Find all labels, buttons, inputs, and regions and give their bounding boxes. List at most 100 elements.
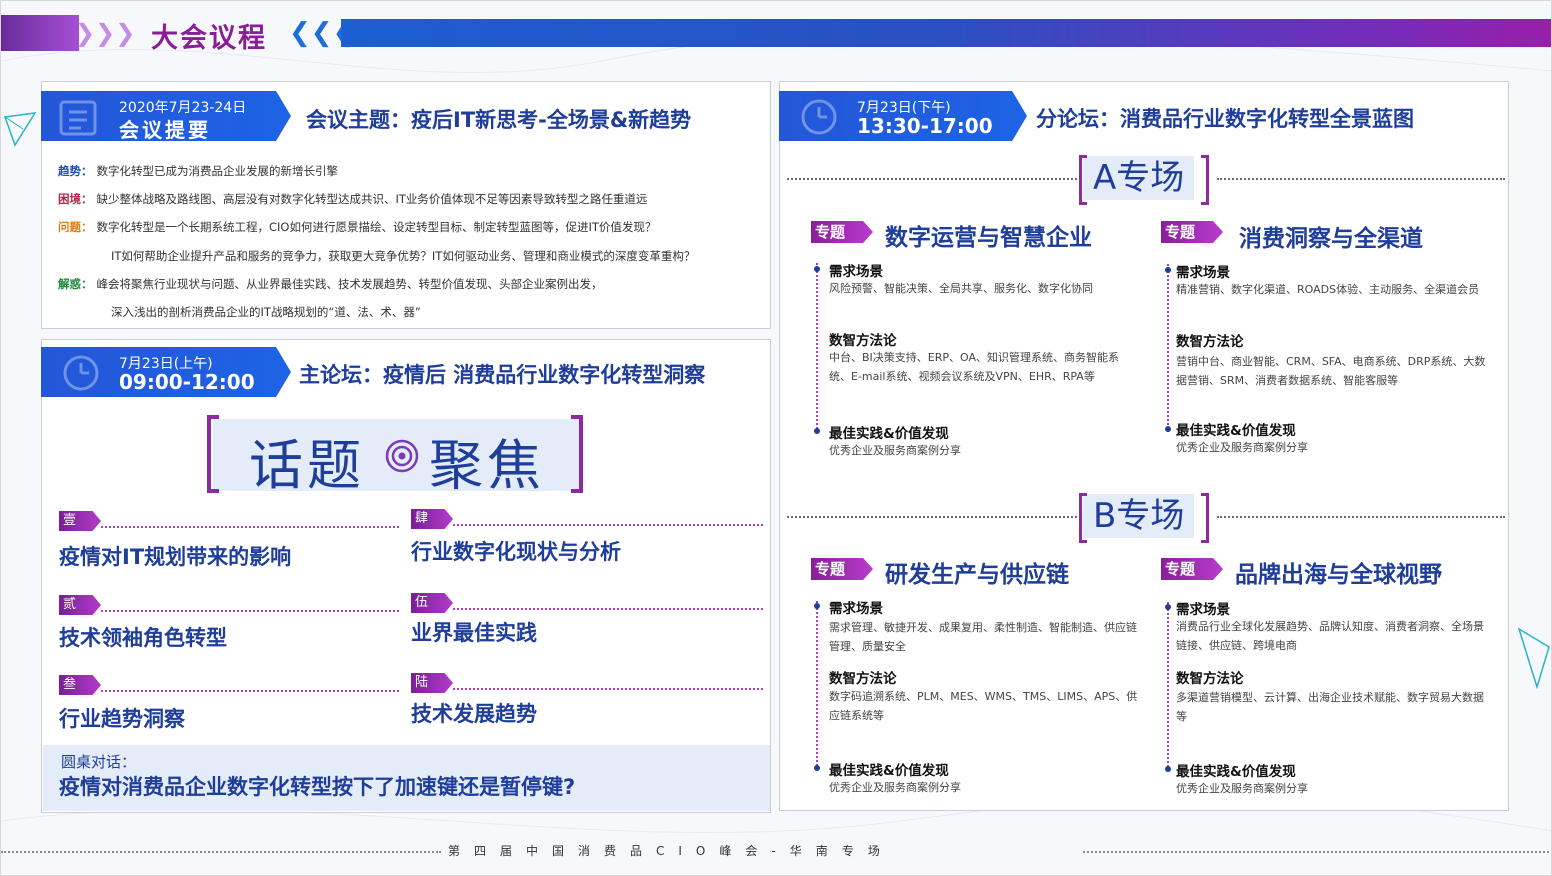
- main-forum-time: 09:00-12:00: [119, 370, 255, 394]
- summary-label: 会议提要: [119, 118, 211, 142]
- main-forum-panel: [41, 339, 771, 813]
- focus-bracket-left: [207, 415, 219, 493]
- header-gradient-bar: [341, 19, 1551, 47]
- item-heading: 需求场景: [1176, 602, 1230, 618]
- footer-text: 第四届中国消费品CIO峰会-华南专场: [448, 844, 894, 858]
- solution-text-2: 深入浅出的剖析消费品企业的IT战略规划的“道、法、术、器”: [111, 305, 421, 319]
- item-heading: 需求场景: [829, 264, 883, 280]
- question-text-2: IT如何帮助企业提升产品和服务的竞争力，获取更大竞争优势？IT如何驱动业务、管理…: [111, 249, 696, 263]
- trend-line: 趋势： 数字化转型已成为消费品企业发展的新增长引擎: [58, 163, 338, 179]
- item-body: 营销中台、商业智能、CRM、SFA、电商系统、DRP系统、大数据营销、SRM、消…: [1176, 355, 1486, 387]
- topic-title: 业界最佳实践: [411, 621, 537, 645]
- header-banner: ❯❯❯ 大会议程 ❮❮❮: [1, 15, 1551, 54]
- item-body: 优秀企业及服务商案例分享: [829, 444, 961, 457]
- chevron-right-icon: ❯❯❯: [75, 19, 136, 47]
- bullet: [1165, 604, 1171, 610]
- focus-left-text: 话题: [249, 434, 365, 497]
- bullet: [814, 266, 820, 272]
- item-body: 优秀企业及服务商案例分享: [829, 781, 961, 794]
- topic-divider: [101, 690, 399, 692]
- item-heading: 数智方法论: [829, 671, 897, 687]
- session-tag: 专题: [1161, 221, 1223, 243]
- topic-divider: [101, 610, 399, 612]
- item-body: 精准营销、数字化渠道、ROADS体验、主动服务、全渠道会员: [1176, 283, 1480, 296]
- sub-forum-ribbon: 7月23日(下午) 13:30-17:00: [779, 91, 1027, 141]
- clock-icon: [801, 99, 837, 135]
- solution-line: 解惑： 峰会将聚焦行业现状与问题、从业界最佳实践、技术发展趋势、转型价值发现、头部…: [58, 276, 603, 292]
- item-body: 需求管理、敏捷开发、成果复用、柔性制造、智能制造、供应链管理、质量安全: [829, 621, 1137, 653]
- item-heading: 最佳实践&价值发现: [1176, 423, 1296, 439]
- footer-divider-right: [1083, 851, 1551, 853]
- footer: 第四届中国消费品CIO峰会-华南专场: [1, 841, 1551, 861]
- solution-text: 峰会将聚焦行业现状与问题、从业界最佳实践、技术发展趋势、转型价值发现、头部企业案…: [96, 277, 603, 291]
- track-divider: [787, 516, 1077, 518]
- session-title: 数字运营与智慧企业: [885, 225, 1092, 251]
- trend-key: 趋势：: [58, 164, 93, 178]
- topic-tag: 叁: [59, 675, 101, 695]
- track-divider: [1217, 516, 1505, 518]
- topic-title: 疫情对IT规划带来的影响: [59, 545, 292, 569]
- prism-decoration-icon: [1517, 627, 1550, 689]
- item-body: 风险预警、智能决策、全局共享、服务化、数字化协同: [829, 282, 1093, 295]
- session-tag: 专题: [1161, 558, 1223, 580]
- item-heading: 数智方法论: [1176, 334, 1244, 350]
- item-body: 多渠道营销模型、云计算、出海企业技术赋能、数字贸易大数据等: [1176, 691, 1484, 723]
- topic-title: 行业趋势洞察: [59, 707, 185, 731]
- question-key: 问题：: [58, 220, 93, 234]
- dilemma-line: 困境： 缺少整体战略及路线图、高层没有对数字化转型达成共识、IT业务价值体现不足等…: [58, 191, 647, 207]
- session-timeline: [1167, 602, 1169, 770]
- sub-forum-title: 分论坛：消费品行业数字化转型全景蓝图: [1036, 107, 1414, 131]
- topic-title: 技术发展趋势: [411, 702, 537, 726]
- item-heading: 最佳实践&价值发现: [1176, 764, 1296, 780]
- item-body: 消费品行业全球化发展趋势、品牌认知度、消费者洞察、全场景链接、供应链、跨境电商: [1176, 620, 1484, 652]
- track-b-label: B专场: [1083, 494, 1195, 538]
- topic-tag: 肆: [411, 509, 453, 529]
- bullet: [1165, 426, 1171, 432]
- bullet: [814, 603, 820, 609]
- topic-divider: [453, 524, 763, 526]
- agenda-slide: ❯❯❯ 大会议程 ❮❮❮ 2020年7月23-24日 会议提要 会议主题：疫后I…: [0, 0, 1552, 876]
- focus-bracket-right: [571, 415, 583, 493]
- item-heading: 需求场景: [1176, 265, 1230, 281]
- main-forum-title: 主论坛：疫情后 消费品行业数字化转型洞察: [299, 363, 706, 387]
- header-accent: [1, 15, 79, 51]
- topic-title: 技术领袖角色转型: [59, 626, 227, 650]
- topic-title: 行业数字化现状与分析: [411, 540, 621, 564]
- roundtable-question: 疫情对消费品企业数字化转型按下了加速键还是暂停键?: [59, 775, 576, 799]
- triangle-decoration-icon: [3, 112, 37, 147]
- clipboard-icon: [59, 100, 97, 136]
- bullet: [1165, 267, 1171, 273]
- track-divider: [787, 178, 1077, 180]
- item-heading: 最佳实践&价值发现: [829, 426, 949, 442]
- bullet: [814, 765, 820, 771]
- item-heading: 数智方法论: [1176, 671, 1244, 687]
- session-timeline: [816, 263, 818, 433]
- topic-tag: 伍: [411, 593, 453, 613]
- question-line: 问题： 数字化转型是一个长期系统工程，CIO如何进行愿景描绘、设定转型目标、制定转…: [58, 219, 656, 235]
- item-heading: 需求场景: [829, 601, 883, 617]
- item-body: 优秀企业及服务商案例分享: [1176, 441, 1308, 454]
- item-body: 数字码追溯系统、PLM、MES、WMS、TMS、LIMS、APS、供应链系统等: [829, 690, 1138, 722]
- footer-divider-left: [1, 851, 441, 853]
- item-body: 优秀企业及服务商案例分享: [1176, 782, 1308, 795]
- bullet: [814, 428, 820, 434]
- session-title: 品牌出海与全球视野: [1235, 562, 1442, 588]
- sub-forum-time: 13:30-17:00: [857, 114, 993, 138]
- solution-key: 解惑：: [58, 277, 93, 291]
- main-forum-ribbon: 7月23日(上午) 09:00-12:00: [41, 347, 291, 397]
- track-divider: [1217, 178, 1505, 180]
- question-text: 数字化转型是一个长期系统工程，CIO如何进行愿景描绘、设定转型目标、制定转型蓝图…: [96, 220, 657, 234]
- topic-tag: 壹: [59, 511, 101, 531]
- topic-divider: [453, 608, 763, 610]
- bullet: [1165, 766, 1171, 772]
- focus-right-text: 聚焦: [429, 434, 545, 497]
- track-b-bracket-right: [1201, 493, 1209, 543]
- summary-ribbon: 2020年7月23-24日 会议提要: [41, 91, 291, 141]
- session-tag: 专题: [811, 558, 873, 580]
- roundtable-label: 圆桌对话：: [61, 753, 137, 771]
- topic-divider: [101, 526, 399, 528]
- conference-theme: 会议主题：疫后IT新思考-全场景&新趋势: [306, 108, 692, 132]
- track-b-bracket-left: [1079, 493, 1087, 543]
- dilemma-key: 困境：: [58, 192, 93, 206]
- dilemma-text: 缺少整体战略及路线图、高层没有对数字化转型达成共识、IT业务价值体现不足等因素导…: [96, 192, 648, 206]
